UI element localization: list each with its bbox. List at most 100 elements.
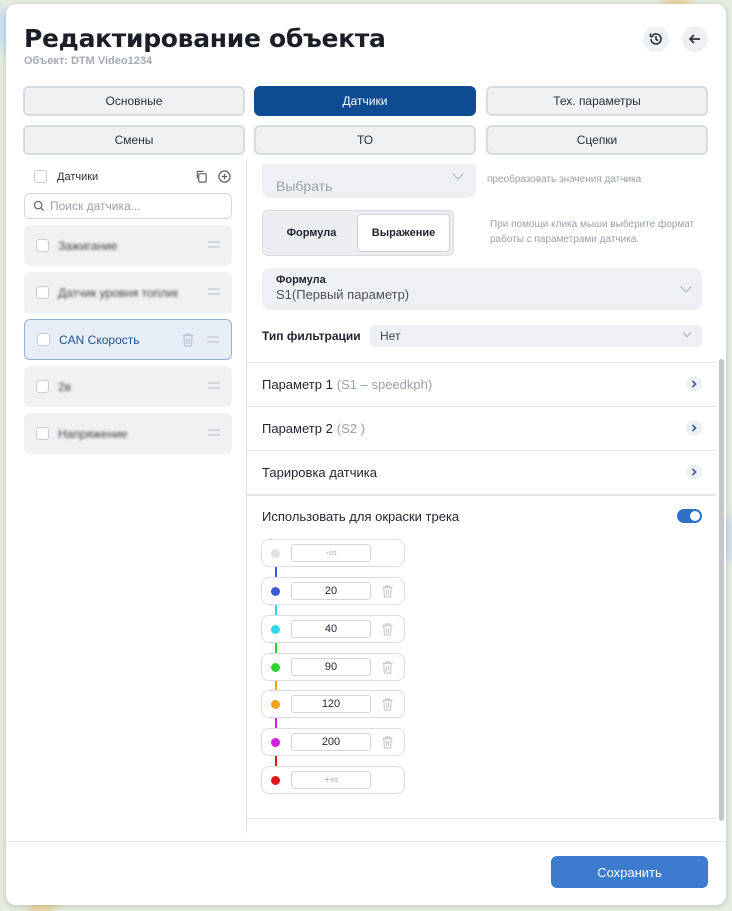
filter-select[interactable]: Нет [370,325,702,347]
color-step: 90 [261,653,405,681]
panel-divider [246,160,247,833]
threshold-input[interactable]: 200 [291,733,371,751]
footer-divider [6,841,726,842]
sensor-item-selected[interactable]: CAN Скорость [24,319,232,360]
search-input[interactable] [50,199,220,213]
threshold-input[interactable]: 20 [291,582,371,600]
param2-row[interactable]: Параметр 2 (S2 ) [247,406,716,450]
threshold-value: -∞ [291,544,371,562]
param1-label: Параметр 1 [262,377,333,392]
mode-expression-option[interactable]: Выражение [357,214,450,252]
sensors-list-header: Датчики [34,170,98,183]
scrollbar[interactable] [719,359,724,821]
track-color-title: Использовать для окраски трека [262,509,460,524]
chevron-down-icon [682,328,692,338]
param1-source: (S1 – speedkph) [336,377,433,392]
calibration-label: Тарировка датчика [262,465,377,480]
sensor-search[interactable] [24,193,232,219]
select-all-checkbox[interactable] [34,170,47,183]
color-dot[interactable] [271,625,280,634]
sensor-name: 2в [58,379,72,394]
sensor-name: Зажигание [58,238,118,253]
sensors-header-label: Датчики [57,170,99,183]
trash-icon[interactable] [381,622,394,637]
color-step: 20 [261,577,405,605]
calibration-row[interactable]: Тарировка датчика [247,450,716,494]
tab-maintenance[interactable]: ТО [254,125,476,155]
sensor-item[interactable]: 2в [24,366,232,407]
threshold-value: +∞ [291,771,371,789]
arrow-left-icon [688,34,700,44]
chevron-right-icon [691,380,697,388]
drag-handle-icon[interactable] [208,429,220,436]
sensor-name: Датчик уровня топлива [58,285,178,300]
mode-switch: Формула Выражение [262,210,454,256]
color-step: 200 [261,728,405,756]
trash-icon[interactable] [181,332,195,348]
sensor-name: Напряжение [58,426,128,441]
add-circle-icon[interactable] [217,169,232,184]
filter-value: Нет [380,329,401,343]
color-dot[interactable] [271,776,280,785]
sensor-checkbox[interactable] [36,239,49,252]
expand-button[interactable] [686,420,702,436]
back-button[interactable] [682,26,708,52]
param1-row[interactable]: Параметр 1 (S1 – speedkph) [247,362,716,406]
drag-handle-icon[interactable] [208,288,220,295]
tab-hitches[interactable]: Сцепки [486,125,708,155]
sensor-checkbox[interactable] [36,380,49,393]
sensor-checkbox[interactable] [37,333,50,346]
color-step: +∞ [261,766,405,794]
threshold-input[interactable]: 90 [291,658,371,676]
drag-handle-icon[interactable] [208,241,220,248]
color-dot[interactable] [271,663,280,672]
sensor-item[interactable]: Датчик уровня топлива [24,272,232,313]
tab-tech-params[interactable]: Тех. параметры [486,86,708,116]
color-dot[interactable] [271,738,280,747]
history-icon [649,33,662,45]
tab-sensors[interactable]: Датчики [254,86,476,116]
expand-button[interactable] [686,464,702,480]
history-button[interactable] [643,26,669,52]
filter-label: Тип фильтрации [262,329,361,343]
tab-shifts[interactable]: Смены [23,125,245,155]
edit-object-dialog: Редактирование объекта Объект: DTM Video… [6,4,726,905]
trash-icon[interactable] [381,697,394,712]
trash-icon[interactable] [381,660,394,675]
sensor-checkbox[interactable] [36,286,49,299]
page-title: Редактирование объекта [24,24,386,53]
track-color-toggle[interactable] [677,509,702,523]
sensor-name: CAN Скорость [59,332,140,347]
chevron-right-icon [691,424,697,432]
color-step: 120 [261,690,405,718]
sensor-checkbox[interactable] [36,427,49,440]
tab-main[interactable]: Основные [23,86,245,116]
color-dot[interactable] [271,549,280,558]
expand-button[interactable] [686,376,702,392]
trash-icon[interactable] [381,735,394,750]
threshold-input[interactable]: 40 [291,620,371,638]
threshold-input[interactable]: 120 [291,695,371,713]
color-dot[interactable] [271,587,280,596]
color-step: 40 [261,615,405,643]
section-divider [247,494,716,496]
copy-icon[interactable] [194,169,209,184]
sensor-actions [194,169,232,184]
formula-value: S1(Первый параметр) [276,287,410,302]
chevron-right-icon [691,468,697,476]
mode-formula-option[interactable]: Формула [266,214,357,252]
sensor-item[interactable]: Напряжение [24,413,232,454]
converter-select-value: Выбрать [276,178,333,194]
search-icon [33,200,45,212]
drag-handle-icon[interactable] [208,382,220,389]
sensor-item[interactable]: Зажигание [24,225,232,266]
save-button[interactable]: Сохранить [551,856,708,888]
chevron-down-icon [452,168,464,180]
drag-handle-icon[interactable] [207,336,219,343]
formula-select[interactable]: Формула S1(Первый параметр) [262,268,702,310]
color-step: -∞ [261,539,405,567]
color-dot[interactable] [271,700,280,709]
trash-icon[interactable] [381,584,394,599]
param2-label: Параметр 2 [262,421,333,436]
converter-select[interactable]: Выбрать [262,164,476,198]
